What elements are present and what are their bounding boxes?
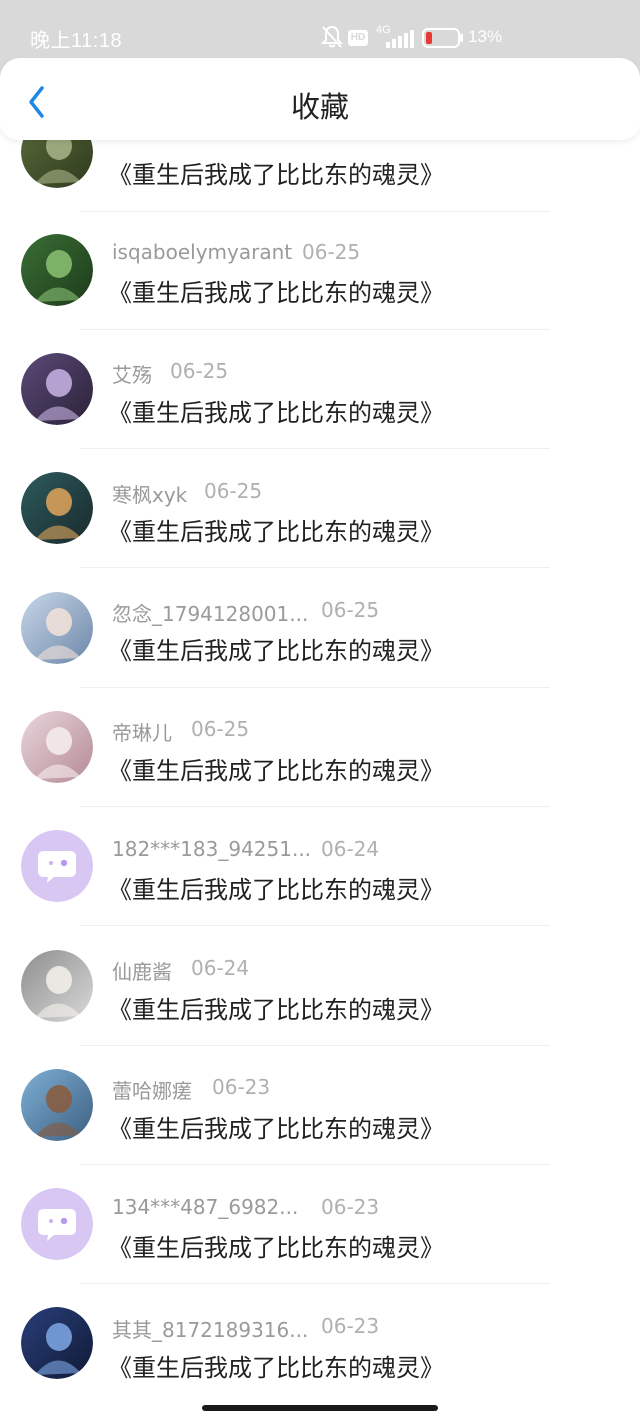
book-title[interactable]: 《重生后我成了比比东的魂灵》 <box>108 751 444 786</box>
divider <box>80 329 550 330</box>
page-title: 收藏 <box>290 90 349 124</box>
item-meta: 帝琳儿 06-25 <box>112 717 249 746</box>
date: 06-25 <box>204 479 263 503</box>
avatar[interactable] <box>21 711 93 783</box>
username[interactable]: 帝琳儿 <box>112 721 172 745</box>
book-title[interactable]: 《重生后我成了比比东的魂灵》 <box>108 512 444 547</box>
divider <box>80 211 550 212</box>
username[interactable]: 仙鹿酱 <box>112 960 172 984</box>
status-time: 晚上11:18 <box>30 30 123 52</box>
date: 06-23 <box>321 1195 380 1219</box>
date: 06-23 <box>321 1314 380 1338</box>
item-meta: isqaboelymyarant 06-25 <box>112 240 360 264</box>
username[interactable]: 蕾哈娜瘥 <box>112 1079 192 1103</box>
divider <box>80 448 550 449</box>
hd-icon: HD <box>348 30 368 46</box>
book-title[interactable]: 《重生后我成了比比东的魂灵》 <box>108 1109 444 1144</box>
divider <box>80 1283 550 1284</box>
avatar[interactable] <box>21 353 93 425</box>
item-meta: 蕾哈娜瘥 06-23 <box>112 1075 270 1104</box>
divider <box>80 925 550 926</box>
item-meta: 艾殇 06-25 <box>112 359 228 388</box>
date: 06-23 <box>212 1075 271 1099</box>
avatar[interactable] <box>21 472 93 544</box>
book-title[interactable]: 《重生后我成了比比东的魂灵》 <box>108 393 444 428</box>
date: 06-25 <box>302 240 361 264</box>
book-title[interactable]: 《重生后我成了比比东的魂灵》 <box>108 870 444 905</box>
signal-icon <box>386 30 414 48</box>
avatar[interactable] <box>21 830 93 902</box>
username[interactable]: 其其_8172189316... <box>112 1318 308 1342</box>
item-meta: 其其_8172189316... 06-23 <box>112 1314 379 1343</box>
date: 06-24 <box>321 837 380 861</box>
divider <box>80 687 550 688</box>
item-meta: 仙鹿酱 06-24 <box>112 956 249 985</box>
date: 06-25 <box>170 359 229 383</box>
home-indicator[interactable] <box>202 1405 438 1411</box>
username[interactable]: 182***183_94251... <box>112 837 311 861</box>
nav-bar: 收藏 <box>0 58 640 140</box>
avatar[interactable] <box>21 592 93 664</box>
avatar[interactable] <box>21 1069 93 1141</box>
book-title[interactable]: 《重生后我成了比比东的魂灵》 <box>108 990 444 1025</box>
item-meta: 182***183_94251... 06-24 <box>112 837 379 861</box>
item-meta: 忽念_1794128001... 06-25 <box>112 598 379 627</box>
date: 06-25 <box>321 598 380 622</box>
item-meta: 寒枫xyk 06-25 <box>112 479 262 508</box>
username[interactable]: isqaboelymyarant <box>112 240 292 264</box>
avatar[interactable] <box>21 1307 93 1379</box>
book-title[interactable]: 《重生后我成了比比东的魂灵》 <box>108 1228 444 1263</box>
username[interactable]: 134***487_6982... <box>112 1195 298 1219</box>
book-title[interactable]: 《重生后我成了比比东的魂灵》 <box>108 273 444 308</box>
item-meta: 134***487_6982... 06-23 <box>112 1195 379 1219</box>
divider <box>80 1164 550 1165</box>
avatar[interactable] <box>21 1188 93 1260</box>
date: 06-25 <box>191 717 250 741</box>
username[interactable]: 忽念_1794128001... <box>112 602 308 626</box>
divider <box>80 1045 550 1046</box>
book-title[interactable]: 《重生后我成了比比东的魂灵》 <box>108 631 444 666</box>
battery-icon <box>422 28 463 48</box>
date: 06-24 <box>191 956 250 980</box>
book-title[interactable]: 《重生后我成了比比东的魂灵》 <box>108 155 444 190</box>
divider <box>80 806 550 807</box>
mute-bell-icon <box>320 25 344 48</box>
book-title[interactable]: 《重生后我成了比比东的魂灵》 <box>108 1348 444 1383</box>
username[interactable]: 艾殇 <box>112 363 152 387</box>
avatar[interactable] <box>21 234 93 306</box>
battery-level: 13% <box>468 27 503 46</box>
avatar[interactable] <box>21 950 93 1022</box>
username[interactable]: 寒枫xyk <box>112 483 187 507</box>
divider <box>80 567 550 568</box>
